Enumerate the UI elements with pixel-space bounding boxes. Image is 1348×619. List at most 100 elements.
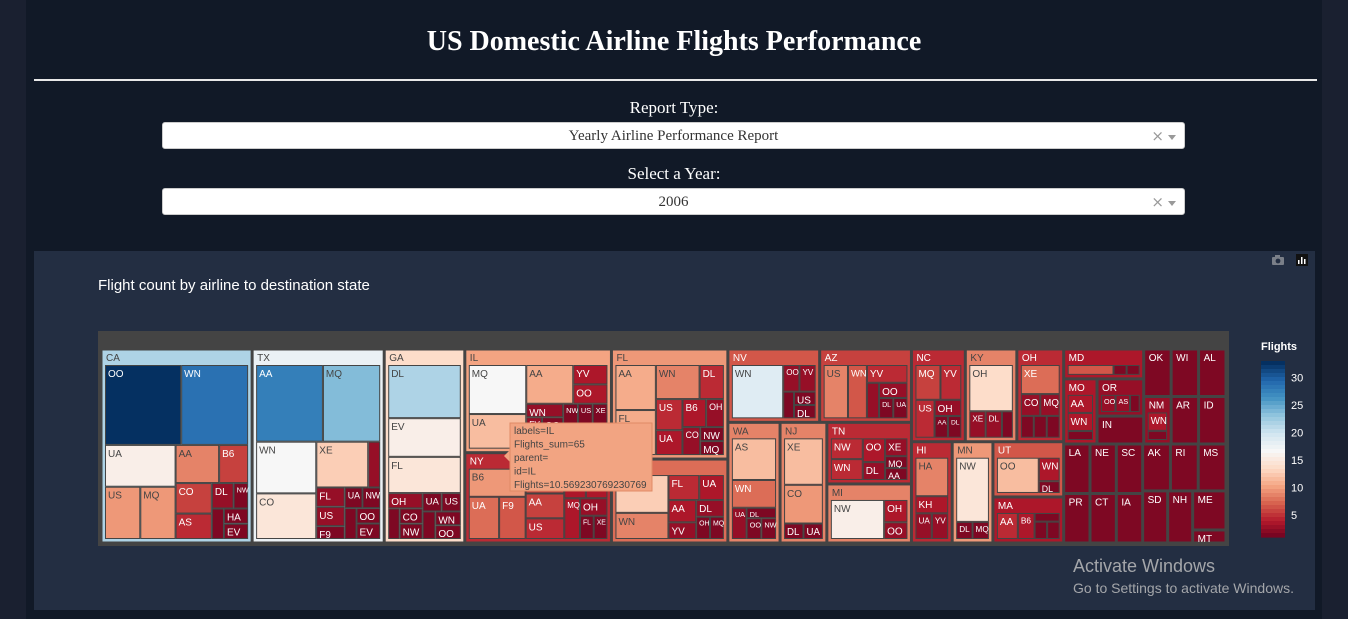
airline-label: DL bbox=[797, 409, 810, 420]
airline-label: OO bbox=[438, 529, 454, 540]
airline-label: AA bbox=[529, 497, 543, 508]
state-label-az: AZ bbox=[825, 353, 838, 364]
state-label-or: OR bbox=[1102, 383, 1117, 394]
state-label-ri: RI bbox=[1175, 448, 1185, 459]
colorbar-tick-label: 10 bbox=[1291, 483, 1303, 495]
airline-label: NW bbox=[566, 406, 578, 415]
airline-label: XE bbox=[596, 406, 606, 415]
airline-label: US bbox=[918, 403, 931, 414]
airline-label: EV bbox=[391, 422, 405, 433]
airline-label: OO bbox=[576, 388, 592, 399]
year-value: 2006 bbox=[658, 194, 689, 210]
airline-tile bbox=[1067, 365, 1114, 375]
airline-tile bbox=[1020, 415, 1034, 438]
airline-label: NW bbox=[834, 504, 851, 515]
state-label-ma: MA bbox=[998, 501, 1013, 512]
airline-label: OO bbox=[866, 442, 882, 453]
airline-label: B6 bbox=[222, 449, 235, 460]
colorbar-segment bbox=[1261, 437, 1285, 442]
tooltip-line: labels=IL bbox=[514, 426, 555, 437]
colorbar-tick-label: 25 bbox=[1291, 400, 1303, 412]
activate-windows-subtitle: Go to Settings to activate Windows. bbox=[1073, 580, 1294, 596]
colorbar-segment bbox=[1261, 429, 1285, 434]
state-label-mn: MN bbox=[957, 446, 973, 457]
airline-label: DL bbox=[959, 525, 970, 534]
colorbar-segment bbox=[1261, 533, 1285, 538]
colorbar-segment bbox=[1261, 477, 1285, 482]
airline-label: F9 bbox=[319, 530, 331, 541]
colorbar-segment bbox=[1261, 365, 1285, 370]
colorbar-segment bbox=[1261, 513, 1285, 518]
airline-label: KH bbox=[918, 500, 932, 511]
airline-label: OH bbox=[938, 404, 953, 415]
airline-label: AS bbox=[735, 442, 749, 453]
colorbar-segment bbox=[1261, 461, 1285, 466]
state-label-oh: OH bbox=[1022, 353, 1037, 364]
airline-label: WN bbox=[529, 408, 546, 419]
airline-label: MQ bbox=[472, 369, 488, 380]
airline-label: AS bbox=[179, 518, 193, 529]
airline-label: US bbox=[581, 406, 591, 415]
state-label-ga: GA bbox=[389, 353, 404, 364]
airline-label: WN bbox=[1151, 416, 1167, 427]
airline-label: WN bbox=[618, 517, 635, 528]
airline-label: XE bbox=[787, 442, 801, 453]
airline-label: US bbox=[659, 403, 673, 414]
tooltip-line: Flights_sum=65 bbox=[514, 440, 585, 451]
clear-icon[interactable]: × bbox=[1151, 193, 1164, 211]
airline-label: YV bbox=[802, 368, 813, 377]
airline-tile bbox=[866, 382, 880, 419]
state-label-ky: KY bbox=[970, 353, 984, 364]
colorbar-segment bbox=[1261, 389, 1285, 394]
state-label-mi: MI bbox=[832, 488, 843, 499]
title-divider bbox=[34, 79, 1317, 81]
airline-label: UA bbox=[472, 418, 486, 429]
airline-label: NW bbox=[365, 490, 380, 500]
colorbar-segment bbox=[1261, 469, 1285, 474]
airline-tile bbox=[422, 511, 436, 540]
state-label-la: LA bbox=[1069, 448, 1082, 459]
chevron-down-icon[interactable] bbox=[1168, 201, 1176, 206]
colorbar-segment bbox=[1261, 413, 1285, 418]
airline-tile bbox=[388, 508, 400, 539]
airline-tile bbox=[368, 441, 381, 488]
state-label-pr: PR bbox=[1069, 497, 1083, 508]
airline-label: OO bbox=[882, 387, 898, 398]
airline-label: AA bbox=[888, 471, 900, 481]
clear-icon[interactable]: × bbox=[1151, 127, 1164, 145]
airline-tile bbox=[1046, 415, 1060, 438]
colorbar-tick-label: 5 bbox=[1291, 510, 1297, 522]
year-dropdown[interactable]: 2006 × bbox=[162, 188, 1185, 215]
airline-label: DL bbox=[882, 401, 891, 409]
airline-label: MQ bbox=[713, 521, 725, 528]
airline-label: UA bbox=[735, 510, 745, 519]
airline-label: OH bbox=[709, 402, 722, 412]
airline-label: XE bbox=[1024, 369, 1038, 380]
state-label-ca: CA bbox=[106, 353, 120, 364]
airline-label: XE bbox=[888, 442, 902, 453]
airline-label: OO bbox=[360, 512, 376, 523]
state-label-tx: TX bbox=[257, 353, 270, 364]
state-label-ia: IA bbox=[1121, 497, 1131, 508]
tooltip-line: parent= bbox=[514, 453, 548, 464]
colorbar-segment bbox=[1261, 369, 1285, 374]
airline-label: DL bbox=[951, 420, 960, 427]
airline-label: WN bbox=[851, 368, 867, 379]
airline-label: DL bbox=[787, 527, 800, 538]
state-label-wa: WA bbox=[733, 426, 749, 437]
airline-label: FL bbox=[319, 491, 331, 502]
airline-label: WN bbox=[184, 369, 201, 380]
report-type-dropdown[interactable]: Yearly Airline Performance Report × bbox=[162, 122, 1185, 149]
chevron-down-icon[interactable] bbox=[1168, 135, 1176, 140]
colorbar-segment bbox=[1261, 529, 1285, 534]
airline-label: UA bbox=[348, 490, 360, 500]
airline-tile bbox=[1067, 430, 1094, 440]
airline-label: HA bbox=[227, 512, 241, 523]
airline-label: UA bbox=[918, 517, 930, 526]
airline-label: AA bbox=[179, 449, 193, 460]
airline-label: DL bbox=[215, 487, 228, 498]
colorbar-segment bbox=[1261, 433, 1285, 438]
colorbar-segment bbox=[1261, 493, 1285, 498]
airline-label: OO bbox=[750, 521, 762, 530]
airline-label: NW bbox=[237, 485, 249, 494]
